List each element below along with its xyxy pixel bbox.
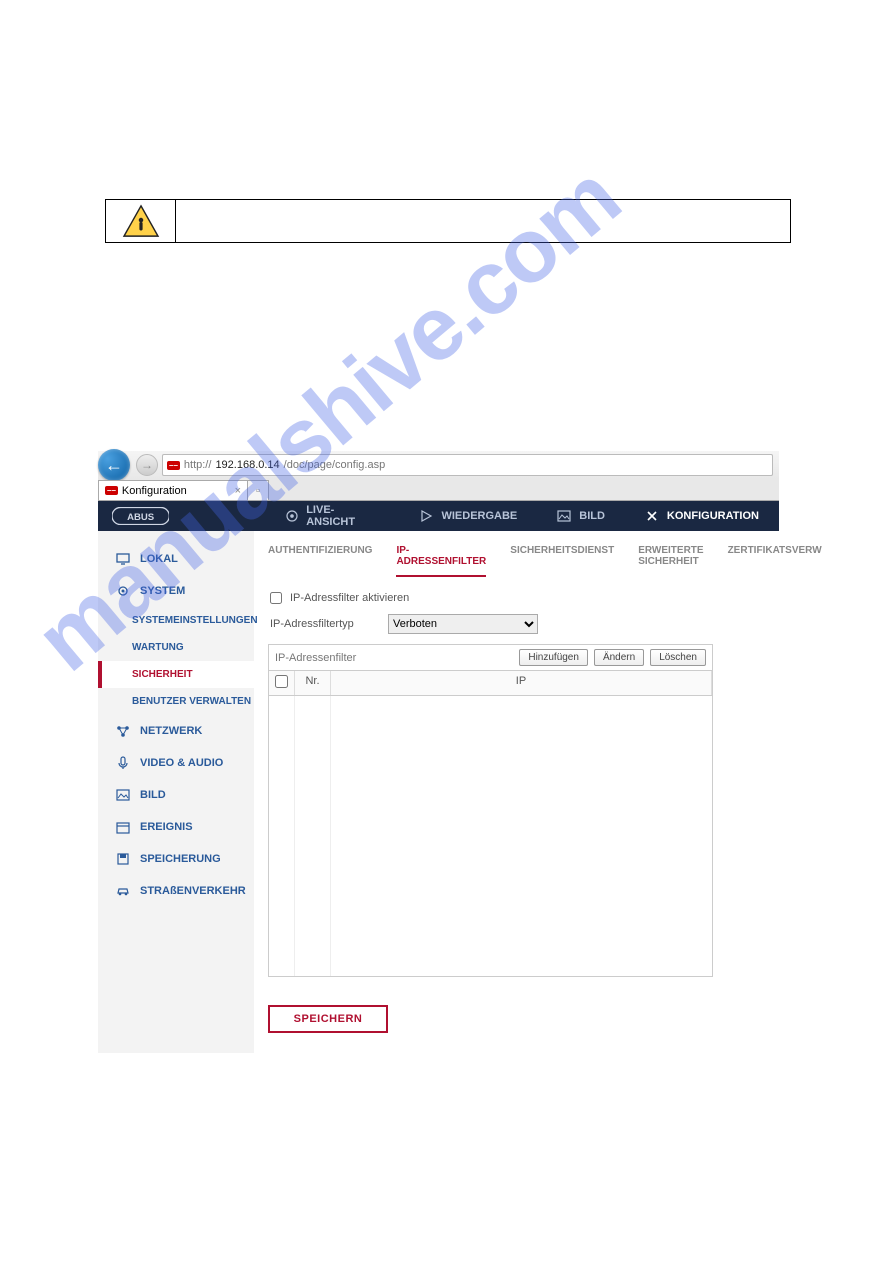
- nav-forward-button[interactable]: →: [136, 454, 158, 476]
- warning-box: [105, 199, 791, 243]
- sidebar-sub-benutzer-verwalten[interactable]: BENUTZER VERWALTEN: [98, 688, 254, 715]
- app-container: ABUS LIVE-ANSICHT WIEDERGABE BILD KONFIG…: [98, 501, 779, 1053]
- page-icon: ▫: [256, 485, 260, 497]
- picture-icon: [116, 788, 130, 802]
- new-tab-button[interactable]: ▫: [247, 480, 269, 500]
- sidebar-label: SYSTEM: [140, 585, 185, 597]
- sidebar-sub-sicherheit[interactable]: SICHERHEIT: [98, 661, 254, 688]
- nav-konfiguration[interactable]: KONFIGURATION: [625, 501, 779, 531]
- sidebar-item-strassenverkehr[interactable]: STRAßENVERKEHR: [98, 875, 254, 907]
- browser-frame: ← → –– http://192.168.0.14/doc/page/conf…: [98, 451, 779, 1053]
- arrow-left-icon: ←: [105, 455, 123, 476]
- ip-table-body: [269, 696, 712, 976]
- ip-filter-panel: IP-Adressenfilter Hinzufügen Ändern Lösc…: [268, 644, 713, 977]
- content-area: AUTHENTIFIZIERUNG IP-ADRESSENFILTER SICH…: [254, 531, 822, 1053]
- sidebar-label: SPEICHERUNG: [140, 853, 221, 865]
- nav-label: BILD: [579, 510, 605, 522]
- save-icon: [116, 852, 130, 866]
- delete-button[interactable]: Löschen: [650, 649, 706, 666]
- svg-text:ABUS: ABUS: [127, 512, 154, 523]
- checkbox-select-all[interactable]: [275, 675, 288, 688]
- save-button[interactable]: SPEICHERN: [268, 1005, 388, 1033]
- add-button[interactable]: Hinzufügen: [519, 649, 588, 666]
- sidebar-item-video-audio[interactable]: VIDEO & AUDIO: [98, 747, 254, 779]
- subtabs: AUTHENTIFIZIERUNG IP-ADRESSENFILTER SICH…: [268, 545, 822, 578]
- sidebar-label: STRAßENVERKEHR: [140, 885, 246, 897]
- abus-logo: ABUS: [112, 507, 169, 525]
- url-prefix: http://: [184, 459, 212, 471]
- tab-favicon: ––: [105, 486, 118, 495]
- sidebar: LOKAL SYSTEM SYSTEMEINSTELLUNGEN WARTUNG…: [98, 531, 254, 1053]
- warning-content: [176, 200, 790, 242]
- sidebar-item-system[interactable]: SYSTEM: [98, 575, 254, 607]
- gear-icon: [116, 584, 130, 598]
- col-ip-header: IP: [331, 671, 712, 695]
- col-checkbox-body: [269, 696, 295, 976]
- eye-icon: [285, 509, 298, 523]
- sidebar-label: EREIGNIS: [140, 821, 193, 833]
- url-bar[interactable]: –– http://192.168.0.14/doc/page/config.a…: [162, 454, 773, 476]
- tab-title: Konfiguration: [122, 485, 187, 497]
- sidebar-label: NETZWERK: [140, 725, 202, 737]
- car-icon: [116, 884, 130, 898]
- subtab-zertifikatsverw[interactable]: ZERTIFIKATSVERW: [728, 545, 822, 577]
- sidebar-item-lokal[interactable]: LOKAL: [98, 543, 254, 575]
- sidebar-label: VIDEO & AUDIO: [140, 757, 223, 769]
- play-icon: [419, 509, 433, 523]
- site-badge-icon: ––: [167, 461, 180, 470]
- ip-column-headers: Nr. IP: [269, 670, 712, 696]
- sidebar-label: LOKAL: [140, 553, 178, 565]
- tab-close-icon[interactable]: ×: [235, 485, 241, 497]
- checkbox-enable-filter[interactable]: [270, 592, 282, 604]
- sidebar-sub-systemeinstellungen[interactable]: SYSTEMEINSTELLUNGEN: [98, 607, 254, 634]
- select-filter-type[interactable]: Verboten: [388, 614, 538, 634]
- tab-strip: –– Konfiguration × ▫: [98, 479, 779, 501]
- calendar-icon: [116, 820, 130, 834]
- row-filter-type: IP-Adressfiltertyp Verboten: [268, 614, 822, 634]
- sidebar-item-ereignis[interactable]: EREIGNIS: [98, 811, 254, 843]
- nav-wiedergabe[interactable]: WIEDERGABE: [399, 501, 537, 531]
- sidebar-item-speicherung[interactable]: SPEICHERUNG: [98, 843, 254, 875]
- app-body: LOKAL SYSTEM SYSTEMEINSTELLUNGEN WARTUNG…: [98, 531, 779, 1053]
- nav-bild[interactable]: BILD: [537, 501, 625, 531]
- browser-toolbar: ← → –– http://192.168.0.14/doc/page/conf…: [98, 451, 779, 479]
- col-checkbox-header: [269, 671, 295, 695]
- ip-panel-header: IP-Adressenfilter Hinzufügen Ändern Lösc…: [269, 645, 712, 670]
- label-enable-filter: IP-Adressfilter aktivieren: [290, 592, 409, 604]
- subtab-ip-adressenfilter[interactable]: IP-ADRESSENFILTER: [396, 545, 486, 577]
- tools-icon: [645, 509, 659, 523]
- image-icon: [557, 509, 571, 523]
- sidebar-sub-wartung[interactable]: WARTUNG: [98, 634, 254, 661]
- monitor-icon: [116, 552, 130, 566]
- subtab-sicherheitsdienst[interactable]: SICHERHEITSDIENST: [510, 545, 614, 577]
- sidebar-item-bild[interactable]: BILD: [98, 779, 254, 811]
- sidebar-label: BILD: [140, 789, 166, 801]
- label-filter-type: IP-Adressfiltertyp: [270, 618, 380, 630]
- col-nr-header: Nr.: [295, 671, 331, 695]
- ip-panel-title: IP-Adressenfilter: [275, 652, 513, 664]
- row-enable-filter: IP-Adressfilter aktivieren: [268, 592, 822, 604]
- edit-button[interactable]: Ändern: [594, 649, 644, 666]
- warning-icon-cell: [106, 200, 176, 242]
- nav-live-ansicht[interactable]: LIVE-ANSICHT: [265, 501, 400, 531]
- url-host: 192.168.0.14: [215, 459, 279, 471]
- mic-icon: [116, 756, 130, 770]
- subtab-authentifizierung[interactable]: AUTHENTIFIZIERUNG: [268, 545, 372, 577]
- sidebar-item-netzwerk[interactable]: NETZWERK: [98, 715, 254, 747]
- col-nr-body: [295, 696, 331, 976]
- network-icon: [116, 724, 130, 738]
- col-ip-body: [331, 696, 712, 976]
- app-header: ABUS LIVE-ANSICHT WIEDERGABE BILD KONFIG…: [98, 501, 779, 531]
- warning-icon: [122, 204, 160, 238]
- url-path: /doc/page/config.asp: [284, 459, 386, 471]
- browser-tab[interactable]: –– Konfiguration ×: [98, 480, 248, 500]
- nav-label: WIEDERGABE: [441, 510, 517, 522]
- nav-label: KONFIGURATION: [667, 510, 759, 522]
- subtab-erweiterte-sicherheit[interactable]: ERWEITERTE SICHERHEIT: [638, 545, 703, 577]
- nav-label: LIVE-ANSICHT: [306, 504, 379, 528]
- nav-back-button[interactable]: ←: [98, 449, 130, 481]
- arrow-right-icon: →: [141, 458, 153, 472]
